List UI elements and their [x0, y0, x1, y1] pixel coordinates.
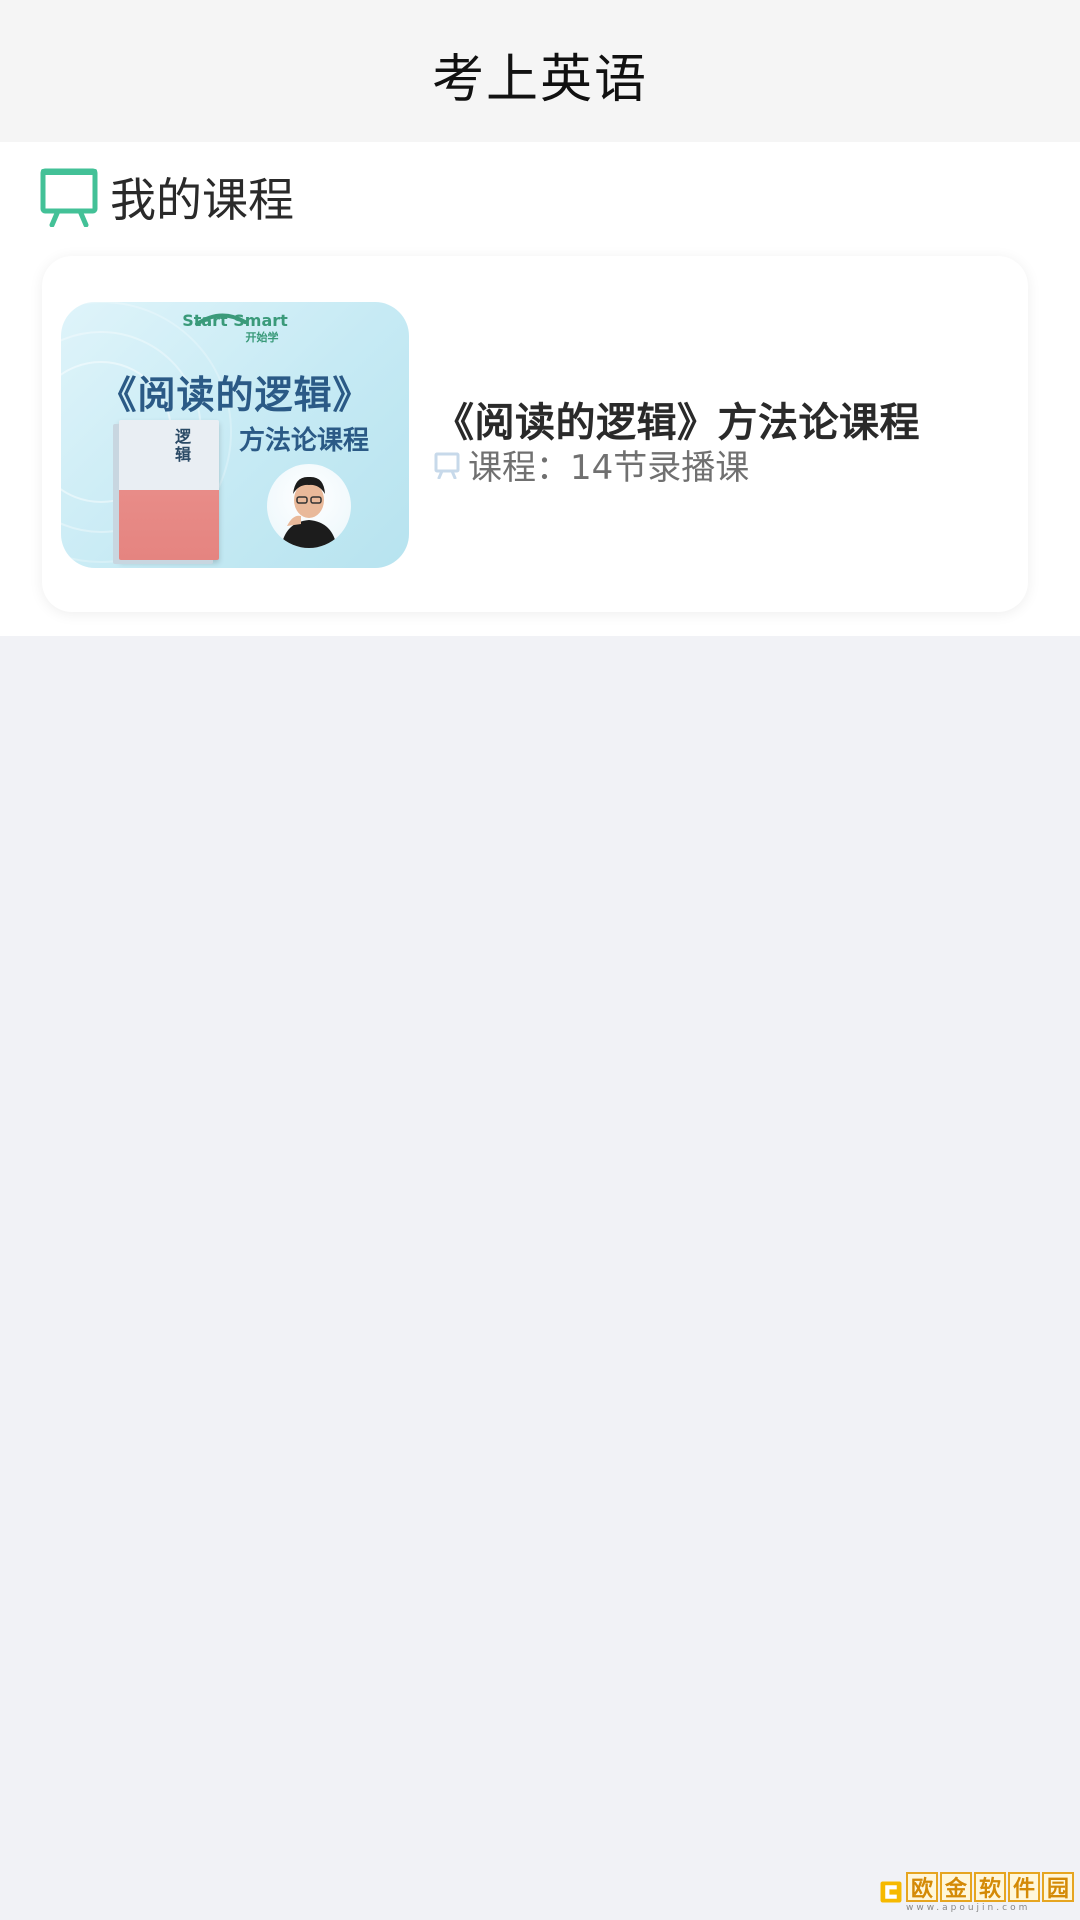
thumbnail-brand: Start Smart 开始学 [61, 312, 409, 346]
watermark-logo-icon [880, 1881, 902, 1903]
section-title: 我的课程 [110, 173, 294, 227]
watermark-char: 园 [1042, 1871, 1074, 1902]
book-cover-title: 逻辑 [175, 427, 192, 464]
thumbnail-title: 《阅读的逻辑》 [98, 373, 372, 417]
course-meta: 课程：14节录播课 [434, 440, 749, 489]
instructor-avatar [267, 464, 351, 548]
watermark-char: 件 [1008, 1871, 1040, 1902]
thumbnail-subtitle: 方法论课程 [239, 426, 370, 456]
instructor-photo [281, 476, 337, 548]
page-title: 考上英语 [431, 49, 648, 110]
watermark-char: 金 [940, 1871, 972, 1902]
watermark-name: 欧 金 软 件 园 [906, 1871, 1076, 1902]
course-card[interactable]: Start Smart 开始学 《阅读的逻辑》 逻辑 方法论课程 《阅读的逻辑》… [42, 256, 1028, 612]
presentation-board-icon [40, 168, 98, 227]
course-thumbnail: Start Smart 开始学 《阅读的逻辑》 逻辑 方法论课程 [61, 302, 409, 568]
app-header: 考上英语 [0, 0, 1080, 142]
brand-name: Start Smart [182, 311, 288, 330]
brand-sub: 开始学 [245, 331, 279, 344]
watermark: 欧 金 软 件 园 www.apoujin.com [880, 1868, 1076, 1916]
section-header: 我的课程 [40, 164, 294, 230]
watermark-char: 软 [974, 1871, 1006, 1902]
course-lesson-count: 课程：14节录播课 [468, 448, 750, 488]
presentation-board-icon [434, 452, 460, 479]
watermark-url: www.apoujin.com [906, 1902, 1031, 1913]
watermark-char: 欧 [906, 1871, 938, 1902]
book-cover-image: 逻辑 [119, 420, 219, 560]
my-courses-panel: 我的课程 Start Smart 开始学 《阅读的逻辑》 逻辑 方法论课程 《阅… [0, 142, 1080, 636]
watermark-text: 欧 金 软 件 园 www.apoujin.com [906, 1871, 1076, 1913]
